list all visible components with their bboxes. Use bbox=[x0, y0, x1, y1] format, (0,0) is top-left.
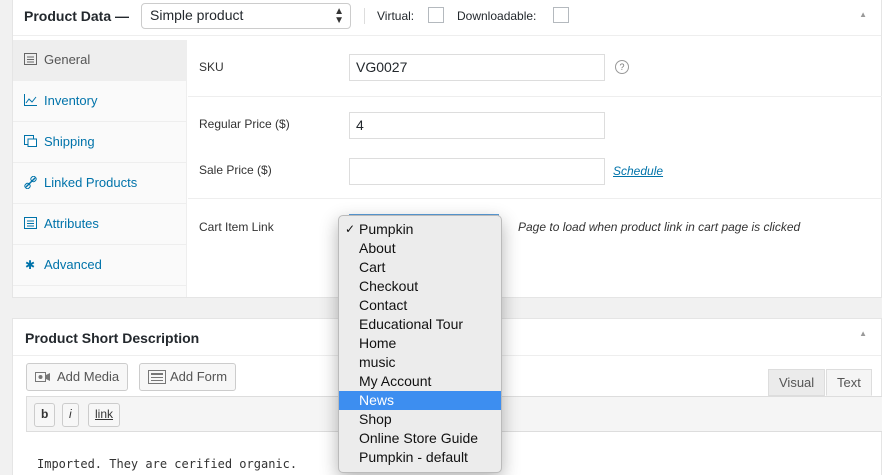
sku-input[interactable]: VG0027 bbox=[349, 54, 605, 81]
sale-price-label: Sale Price ($) bbox=[199, 163, 272, 177]
shipping-icon bbox=[23, 135, 37, 149]
form-icon bbox=[148, 370, 166, 387]
collapse-arrow-icon[interactable]: ▲ bbox=[859, 10, 867, 19]
tab-attributes[interactable]: Attributes bbox=[13, 204, 186, 245]
tab-shipping[interactable]: Shipping bbox=[13, 122, 186, 163]
tab-advanced[interactable]: ✱ Advanced bbox=[13, 245, 186, 286]
tab-visual[interactable]: Visual bbox=[768, 369, 826, 396]
regular-price-input[interactable]: 4 bbox=[349, 112, 605, 139]
tab-general[interactable]: General bbox=[13, 40, 186, 81]
inventory-icon bbox=[23, 94, 37, 108]
dropdown-option[interactable]: ✓ Pumpkin bbox=[339, 220, 501, 239]
add-form-button[interactable]: Add Form bbox=[139, 363, 237, 391]
dropdown-option[interactable]: Contact bbox=[339, 296, 501, 315]
tab-text[interactable]: Text bbox=[826, 369, 872, 396]
sku-label: SKU bbox=[199, 60, 224, 74]
product-data-tabs: General Inventory Shipping Linked Produc… bbox=[13, 40, 187, 297]
dropdown-option[interactable]: Checkout bbox=[339, 277, 501, 296]
add-form-label: Add Form bbox=[170, 369, 228, 384]
dropdown-option-highlighted[interactable]: News bbox=[339, 391, 501, 410]
attributes-icon bbox=[23, 217, 37, 231]
dropdown-option[interactable]: My Account bbox=[339, 372, 501, 391]
dropdown-option[interactable]: Educational Tour bbox=[339, 315, 501, 334]
header-divider bbox=[364, 8, 365, 24]
tab-attributes-label: Attributes bbox=[44, 216, 99, 231]
dropdown-option[interactable]: music bbox=[339, 353, 501, 372]
check-icon: ✓ bbox=[345, 222, 356, 236]
link-icon bbox=[23, 175, 37, 190]
collapse-arrow-icon[interactable]: ▲ bbox=[859, 329, 867, 338]
dropdown-option[interactable]: Shop bbox=[339, 410, 501, 429]
dropdown-option[interactable]: About bbox=[339, 239, 501, 258]
media-icon bbox=[35, 370, 51, 387]
dropdown-option[interactable]: Home bbox=[339, 334, 501, 353]
help-icon[interactable]: ? bbox=[615, 60, 629, 74]
cart-item-link-label: Cart Item Link bbox=[199, 220, 274, 234]
downloadable-checkbox[interactable] bbox=[553, 7, 569, 23]
italic-button[interactable]: i bbox=[62, 403, 79, 427]
product-type-select[interactable]: Simple product ▲ ▼ bbox=[141, 3, 351, 29]
product-data-header: Product Data — Simple product ▲ ▼ Virtual… bbox=[13, 0, 881, 36]
general-icon bbox=[23, 53, 37, 67]
short-description-editor[interactable]: Imported. They are cerified organic. bbox=[37, 457, 297, 471]
product-type-value: Simple product bbox=[150, 7, 244, 23]
gear-icon: ✱ bbox=[24, 258, 36, 272]
link-button[interactable]: link bbox=[88, 403, 121, 427]
regular-price-label: Regular Price ($) bbox=[199, 117, 290, 131]
select-arrows-icon: ▲ ▼ bbox=[334, 6, 344, 26]
product-data-title: Product Data — bbox=[24, 8, 130, 24]
field-divider bbox=[188, 198, 882, 199]
field-divider bbox=[188, 96, 882, 97]
schedule-link[interactable]: Schedule bbox=[613, 164, 663, 178]
sale-price-input[interactable] bbox=[349, 158, 605, 185]
tab-shipping-label: Shipping bbox=[44, 134, 95, 149]
tab-linked-products-label: Linked Products bbox=[44, 175, 138, 190]
dropdown-option[interactable]: Online Store Guide bbox=[339, 429, 501, 448]
tab-general-label: General bbox=[44, 52, 91, 67]
bold-button[interactable]: b bbox=[34, 403, 56, 427]
short-description-title: Product Short Description bbox=[25, 330, 200, 346]
dropdown-option[interactable]: Cart bbox=[339, 258, 501, 277]
cart-item-link-dropdown[interactable]: ✓ Pumpkin About Cart Checkout Contact Edu… bbox=[338, 215, 502, 473]
add-media-button[interactable]: Add Media bbox=[26, 363, 129, 391]
tab-inventory[interactable]: Inventory bbox=[13, 81, 186, 122]
tab-inventory-label: Inventory bbox=[44, 93, 98, 108]
tab-advanced-label: Advanced bbox=[44, 257, 102, 272]
virtual-checkbox[interactable] bbox=[428, 7, 444, 23]
dropdown-option[interactable]: Pumpkin - default bbox=[339, 448, 501, 467]
virtual-label: Virtual: bbox=[377, 9, 415, 23]
tab-linked-products[interactable]: Linked Products bbox=[13, 163, 186, 204]
downloadable-label: Downloadable: bbox=[457, 9, 537, 23]
add-media-label: Add Media bbox=[57, 369, 120, 384]
cart-item-link-hint: Page to load when product link in cart p… bbox=[518, 220, 801, 234]
